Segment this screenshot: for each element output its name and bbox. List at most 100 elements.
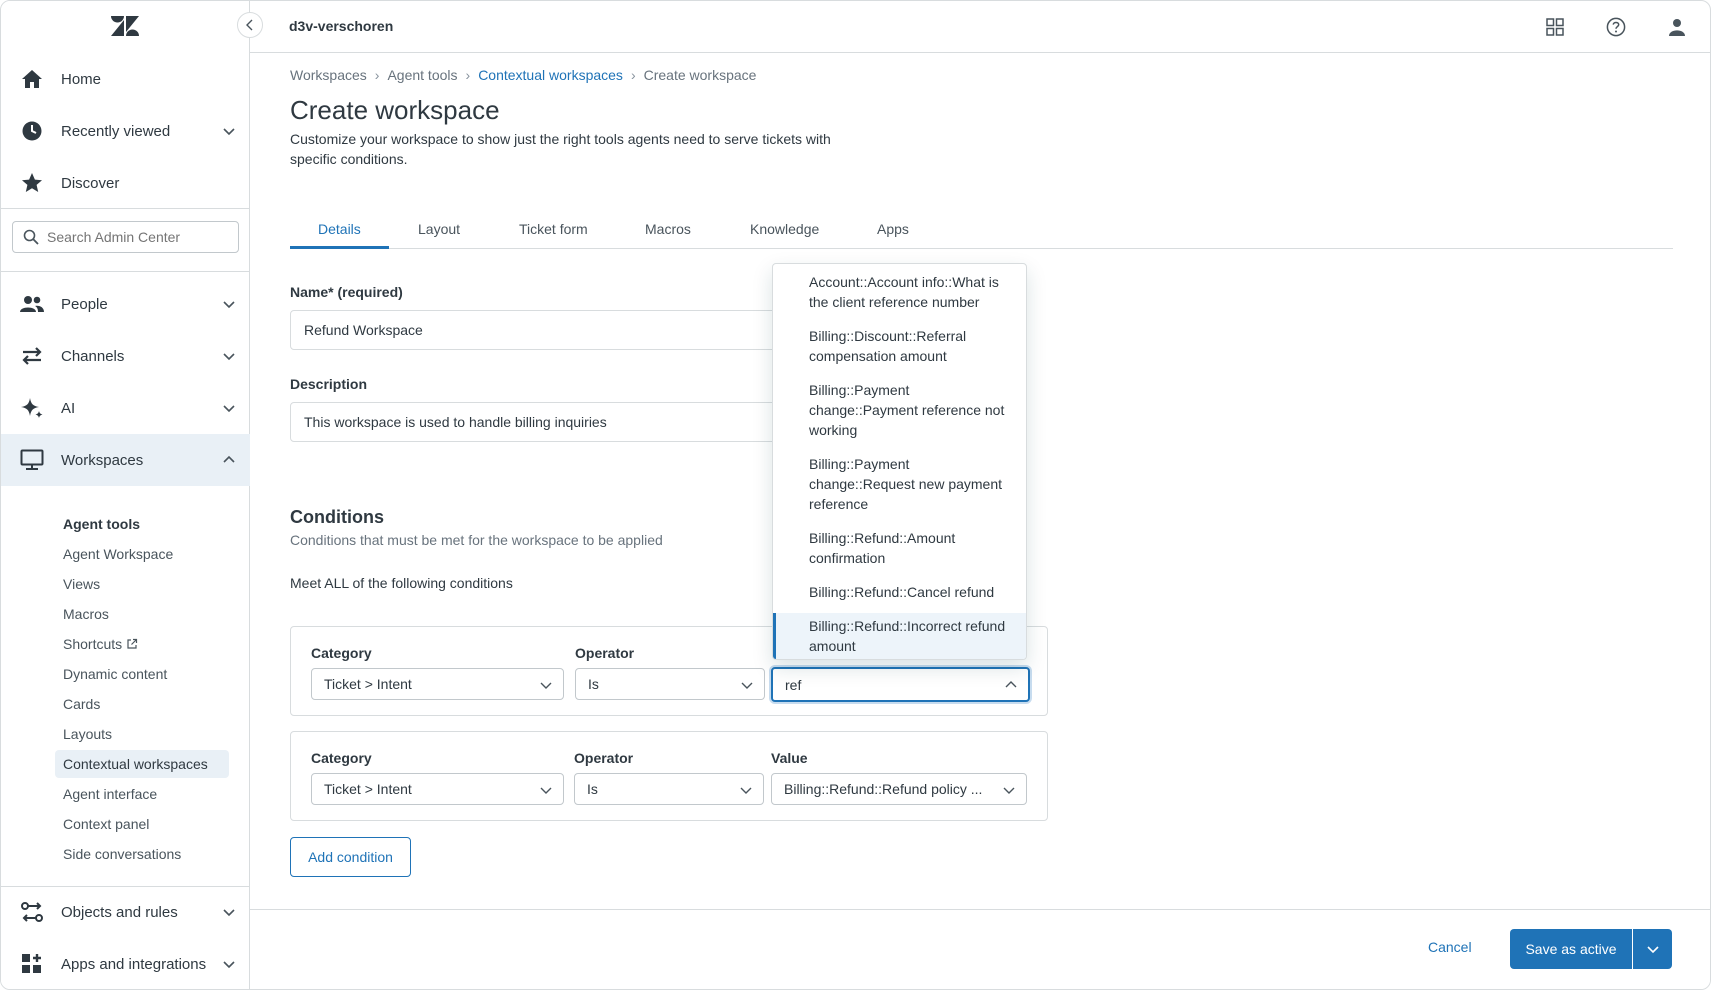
sidebar: Home Recently viewed Discover People: [1, 1, 250, 989]
subnav-item-context-panel[interactable]: Context panel: [55, 810, 229, 838]
subnav-item-agent-interface[interactable]: Agent interface: [55, 780, 229, 808]
collapse-sidebar-button[interactable]: [237, 12, 263, 38]
objects-rules-icon: [20, 900, 44, 924]
tab-details[interactable]: Details: [290, 211, 389, 249]
add-condition-button[interactable]: Add condition: [290, 837, 411, 877]
tab-apps[interactable]: Apps: [849, 211, 937, 249]
sidebar-item-apps-and-integrations[interactable]: Apps and integrations: [1, 938, 250, 989]
subnav-item-layouts[interactable]: Layouts: [55, 720, 229, 748]
chevron-down-icon: [540, 787, 552, 794]
sidebar-item-channels[interactable]: Channels: [1, 330, 250, 382]
sidebar-item-objects-and-rules[interactable]: Objects and rules: [1, 886, 250, 938]
value-options-listbox: Account::Account info::What is the clien…: [772, 263, 1027, 660]
sidebar-item-label: Objects and rules: [61, 903, 178, 921]
sidebar-item-label: Recently viewed: [61, 122, 171, 140]
listbox-option-highlighted[interactable]: Billing::Refund::Incorrect refund amount: [773, 613, 1026, 659]
sidebar-item-ai[interactable]: AI: [1, 382, 250, 434]
chevron-up-icon: [1005, 681, 1017, 688]
star-icon: [20, 171, 44, 195]
listbox-option[interactable]: Billing::Refund::Amount confirmation: [773, 525, 1026, 571]
breadcrumb-separator-icon: ›: [374, 67, 380, 83]
sidebar-divider: [1, 271, 250, 272]
listbox-option[interactable]: Billing::Refund::Cancel refund: [773, 579, 1026, 605]
chevron-up-icon: [223, 455, 235, 463]
save-options-menu-button[interactable]: [1633, 929, 1672, 969]
tab-layout[interactable]: Layout: [390, 211, 488, 249]
subnav-item-side-conversations[interactable]: Side conversations: [55, 840, 229, 868]
conditions-subtitle: Conditions that must be met for the work…: [290, 532, 663, 548]
value-selected: Billing::Refund::Refund policy ...: [784, 781, 983, 797]
chevron-down-icon: [740, 787, 752, 794]
operator-label: Operator: [574, 750, 634, 766]
value-select[interactable]: Billing::Refund::Refund policy ...: [771, 773, 1027, 805]
subnav-heading: Agent tools: [63, 516, 140, 532]
listbox-option[interactable]: Billing::Payment change::Payment referen…: [773, 377, 1026, 443]
clock-icon: [20, 119, 44, 143]
save-as-active-button[interactable]: Save as active: [1510, 929, 1632, 969]
subnav-item-label: Shortcuts: [63, 636, 123, 652]
tab-ticket-form[interactable]: Ticket form: [491, 211, 616, 249]
sidebar-item-label: People: [61, 295, 108, 313]
value-combobox[interactable]: ref: [771, 667, 1030, 702]
operator-select[interactable]: Is: [575, 668, 765, 700]
subnav-item-dynamic-content[interactable]: Dynamic content: [55, 660, 229, 688]
listbox-option[interactable]: Billing::Discount::Referral compensation…: [773, 323, 1026, 369]
search-admin-center[interactable]: [12, 221, 239, 253]
category-select[interactable]: Ticket > Intent: [311, 773, 564, 805]
category-select[interactable]: Ticket > Intent: [311, 668, 564, 700]
chevron-down-icon: [223, 301, 235, 309]
description-field-label: Description: [290, 376, 368, 392]
subnav-item-cards[interactable]: Cards: [55, 690, 229, 718]
sidebar-item-label: Discover: [61, 174, 120, 192]
listbox-option[interactable]: Billing::Payment change::Request new pay…: [773, 451, 1026, 517]
breadcrumb-workspaces[interactable]: Workspaces: [290, 67, 367, 83]
cancel-button[interactable]: Cancel: [1428, 939, 1472, 955]
sidebar-item-recently-viewed[interactable]: Recently viewed: [1, 105, 250, 157]
breadcrumb: Workspaces › Agent tools › Contextual wo…: [290, 67, 756, 83]
breadcrumb-contextual-workspaces[interactable]: Contextual workspaces: [478, 67, 623, 83]
help-icon[interactable]: [1605, 16, 1627, 38]
subnav-item-shortcuts[interactable]: Shortcuts: [55, 630, 229, 658]
subnav-item-agent-workspace[interactable]: Agent Workspace: [55, 540, 229, 568]
chevron-down-icon: [223, 909, 235, 917]
breadcrumb-current: Create workspace: [643, 67, 757, 83]
monitor-icon: [20, 448, 44, 472]
sidebar-item-people[interactable]: People: [1, 278, 250, 330]
subnav-item-views[interactable]: Views: [55, 570, 229, 598]
listbox-option[interactable]: Account::Account info::What is the clien…: [773, 269, 1026, 315]
breadcrumb-separator-icon: ›: [630, 67, 636, 83]
product-tray-icon[interactable]: [1544, 16, 1566, 38]
name-field-label: Name* (required): [290, 284, 403, 300]
tab-list: Details Layout Ticket form Macros Knowle…: [290, 211, 1673, 249]
sidebar-divider: [1, 208, 250, 209]
breadcrumb-agent-tools[interactable]: Agent tools: [387, 67, 457, 83]
chevron-down-icon: [223, 405, 235, 413]
people-icon: [20, 292, 44, 316]
sidebar-item-discover[interactable]: Discover: [1, 157, 250, 209]
zendesk-logo-icon[interactable]: [111, 14, 139, 38]
sidebar-item-label: Workspaces: [61, 451, 144, 469]
condition-row: Category Ticket > Intent Operator Is Val…: [290, 731, 1048, 821]
chevron-down-icon: [223, 961, 235, 969]
chevron-down-icon: [1646, 946, 1659, 954]
account-name: d3v-verschoren: [289, 18, 394, 34]
chevron-left-icon: [246, 19, 253, 31]
operator-label: Operator: [575, 645, 635, 661]
category-value: Ticket > Intent: [324, 676, 412, 692]
tab-macros[interactable]: Macros: [617, 211, 719, 249]
value-label: Value: [771, 750, 808, 766]
search-input[interactable]: [47, 229, 227, 245]
value-input-text[interactable]: ref: [785, 677, 801, 693]
subnav-item-macros[interactable]: Macros: [55, 600, 229, 628]
sidebar-item-home[interactable]: Home: [1, 53, 250, 105]
tab-knowledge[interactable]: Knowledge: [722, 211, 847, 249]
subnav-item-contextual-workspaces[interactable]: Contextual workspaces: [55, 750, 229, 778]
user-profile-icon[interactable]: [1666, 16, 1688, 38]
search-icon: [23, 229, 39, 245]
breadcrumb-separator-icon: ›: [465, 67, 471, 83]
chevron-down-icon: [223, 353, 235, 361]
operator-select[interactable]: Is: [574, 773, 764, 805]
chevron-down-icon: [223, 128, 235, 136]
chevron-down-icon: [540, 682, 552, 689]
sidebar-item-workspaces[interactable]: Workspaces: [1, 434, 250, 486]
